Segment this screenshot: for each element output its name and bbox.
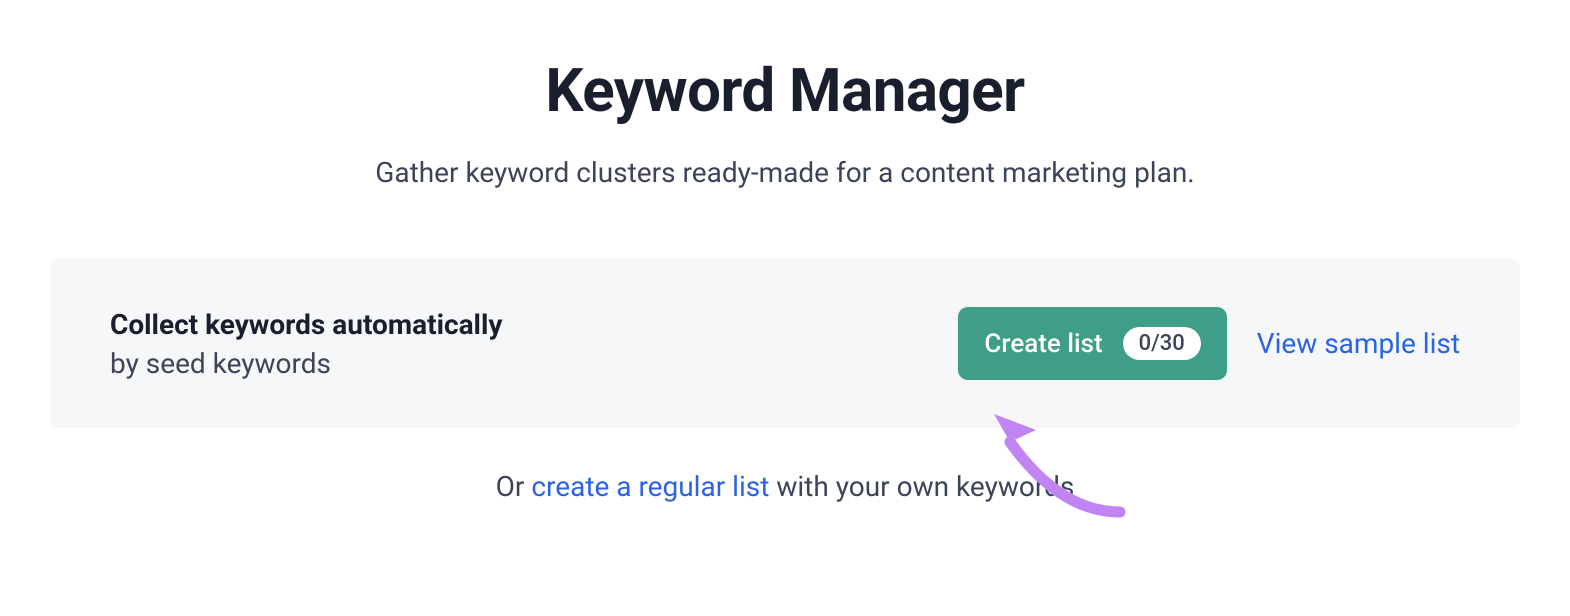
footer-text: Or create a regular list with your own k… <box>0 470 1570 503</box>
footer-prefix: Or <box>496 470 532 503</box>
main-container: Keyword Manager Gather keyword clusters … <box>0 0 1570 503</box>
collect-card: Collect keywords automatically by seed k… <box>50 259 1520 428</box>
create-regular-list-link[interactable]: create a regular list <box>531 470 769 503</box>
footer-suffix: with your own keywords <box>769 470 1074 503</box>
card-sub: by seed keywords <box>110 347 958 380</box>
page-title: Keyword Manager <box>0 55 1570 126</box>
card-actions: Create list 0/30 View sample list <box>958 307 1460 380</box>
count-badge: 0/30 <box>1123 327 1201 360</box>
create-list-button[interactable]: Create list 0/30 <box>958 307 1226 380</box>
card-text: Collect keywords automatically by seed k… <box>110 308 958 380</box>
create-list-button-label: Create list <box>984 329 1102 359</box>
page-subtitle: Gather keyword clusters ready-made for a… <box>0 156 1570 189</box>
view-sample-list-link[interactable]: View sample list <box>1257 327 1460 360</box>
card-heading: Collect keywords automatically <box>110 308 958 341</box>
